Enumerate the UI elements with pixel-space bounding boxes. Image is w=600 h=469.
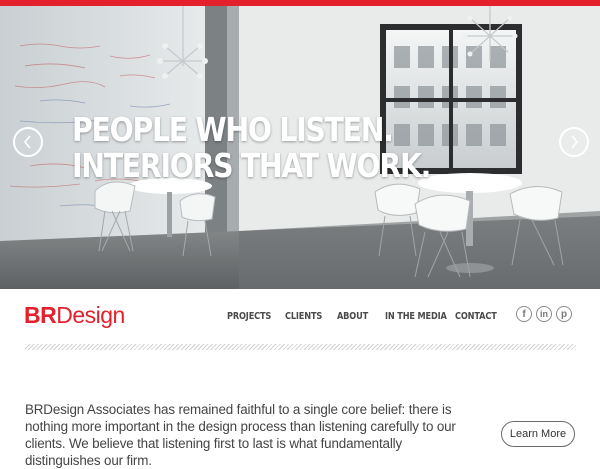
hero-headline-line-2: INTERIORS THAT WORK. [72, 146, 431, 185]
intro-paragraph: BRDesign Associates has remained faithfu… [25, 402, 456, 468]
hero-headline-line-1: PEOPLE WHO LISTEN. [72, 110, 394, 149]
main-nav: PROJECTS CLIENTS ABOUT IN THE MEDIA CONT… [0, 311, 600, 323]
nav-item-in-the-media[interactable]: IN THE MEDIA [385, 311, 447, 322]
nav-item-clients[interactable]: CLIENTS [285, 311, 322, 322]
nav-item-projects[interactable]: PROJECTS [227, 311, 271, 322]
hatched-divider [25, 344, 576, 350]
nav-item-about[interactable]: ABOUT [337, 311, 368, 322]
chevron-right-icon [571, 135, 579, 149]
nav-item-contact[interactable]: CONTACT [455, 311, 497, 322]
facebook-icon[interactable]: f [516, 306, 532, 322]
chevron-left-icon [23, 135, 31, 149]
slideshow-next-button[interactable] [559, 127, 589, 157]
hero-slideshow: PEOPLE WHO LISTEN. INTERIORS THAT WORK. [0, 6, 600, 289]
pinterest-icon[interactable]: p [556, 306, 572, 322]
learn-more-button[interactable]: Learn More [501, 421, 575, 447]
slideshow-prev-button[interactable] [13, 127, 43, 157]
linkedin-icon[interactable]: in [536, 306, 552, 322]
hero-headline: PEOPLE WHO LISTEN. INTERIORS THAT WORK. [72, 110, 431, 185]
